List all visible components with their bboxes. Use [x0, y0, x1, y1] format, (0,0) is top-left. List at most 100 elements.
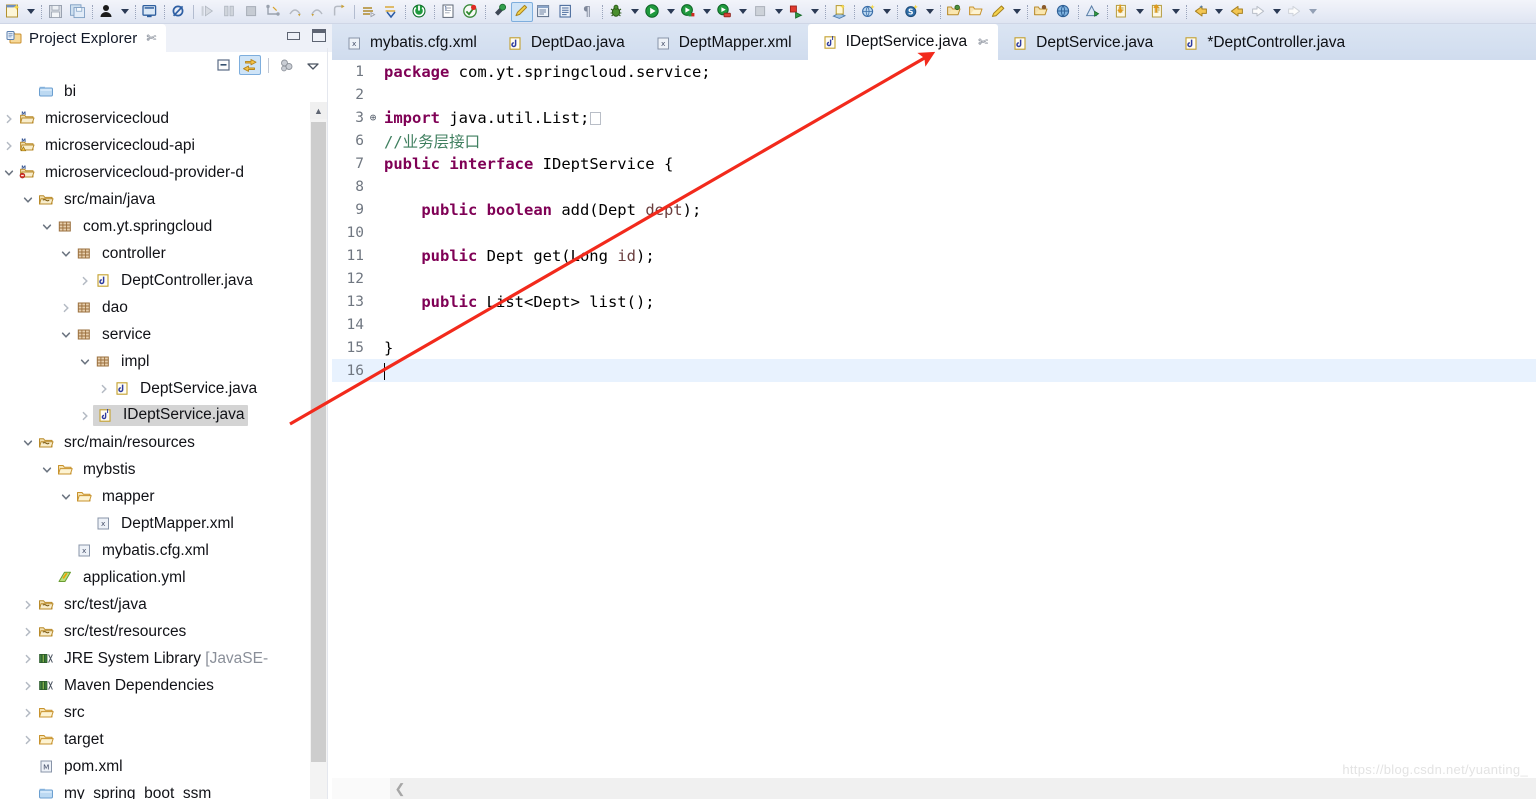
tree-item[interactable]: JRE System Library [JavaSE- — [0, 645, 310, 672]
open-package-icon[interactable] — [1031, 1, 1053, 23]
pencil-icon[interactable] — [988, 1, 1010, 23]
stop-dropdown[interactable] — [772, 1, 786, 23]
drop-to-frame-icon[interactable] — [329, 1, 351, 23]
next-annotation-icon[interactable] — [358, 1, 380, 23]
tree-item[interactable]: Maven Dependencies — [0, 672, 310, 699]
chevron-down-icon[interactable] — [57, 249, 74, 259]
tree-item[interactable]: mybstis — [0, 456, 310, 483]
forward-gray-icon[interactable] — [1284, 1, 1306, 23]
stop-server-icon[interactable] — [750, 1, 772, 23]
link-with-editor-icon[interactable] — [239, 55, 261, 75]
chevron-down-icon[interactable] — [0, 168, 17, 178]
forward-arrow-icon[interactable] — [1248, 1, 1270, 23]
save-icon[interactable] — [45, 1, 67, 23]
tree-item[interactable]: my_spring_boot_ssm — [0, 780, 310, 799]
tree-item[interactable]: com.yt.springcloud — [0, 213, 310, 240]
tree-item[interactable]: Mmicroservicecloud-api — [0, 132, 310, 159]
code-line[interactable]: 15} — [332, 336, 1536, 359]
fold-expand-icon[interactable]: ⊕ — [366, 112, 380, 123]
next-edit-icon[interactable] — [1111, 1, 1133, 23]
run-coverage-icon[interactable] — [678, 1, 700, 23]
editor-tab-active[interactable]: I IDeptService.java ✄ — [807, 24, 999, 60]
chevron-right-icon[interactable] — [19, 708, 36, 718]
new-wizard-icon[interactable] — [2, 1, 24, 23]
editor-horizontal-scrollbar[interactable]: ❮ — [332, 778, 1536, 799]
tree-item[interactable]: bi — [0, 78, 310, 105]
open-console-icon[interactable] — [139, 1, 161, 23]
svn-icon[interactable]: S — [901, 1, 923, 23]
previous-edit-dropdown[interactable] — [1169, 1, 1183, 23]
editor-tab[interactable]: *DeptController.java — [1169, 26, 1361, 60]
code-line[interactable]: 10 — [332, 221, 1536, 244]
code-line[interactable]: 2 — [332, 83, 1536, 106]
chevron-down-icon[interactable] — [19, 195, 36, 205]
code-line[interactable]: 13 public List<Dept> list(); — [332, 290, 1536, 313]
toggle-mark-occurrences-icon[interactable]: 1 — [438, 1, 460, 23]
save-all-icon[interactable] — [67, 1, 89, 23]
code-line[interactable]: 6 //业务层接口 — [332, 129, 1536, 152]
chevron-down-icon[interactable] — [38, 465, 55, 475]
chevron-down-icon[interactable] — [57, 492, 74, 502]
editor-tab[interactable]: DeptDao.java — [493, 26, 641, 60]
code-content[interactable]: 1 package com.yt.springcloud.service; 2 3 ⊕ i… — [332, 60, 1536, 799]
previous-annotation-icon[interactable] — [380, 1, 402, 23]
editor-tab[interactable]: DeptService.java — [998, 26, 1169, 60]
step-over-icon[interactable] — [285, 1, 307, 23]
tree-item[interactable]: Mpom.xml — [0, 753, 310, 780]
run-server-green-icon[interactable] — [714, 1, 736, 23]
tree-item[interactable]: application.yml — [0, 564, 310, 591]
open-task-icon[interactable] — [489, 1, 511, 23]
editor-tab[interactable]: x mybatis.cfg.xml — [332, 26, 493, 60]
tree-item[interactable]: DeptService.java — [0, 375, 310, 402]
debug-bug-icon[interactable] — [606, 1, 628, 23]
code-line[interactable]: 3 ⊕ import java.util.List; — [332, 106, 1536, 129]
scroll-up-icon[interactable]: ▲ — [310, 102, 327, 119]
tree-item[interactable]: x DeptMapper.xml — [0, 510, 310, 537]
tree-item[interactable]: x mybatis.cfg.xml — [0, 537, 310, 564]
close-icon[interactable]: ✄ — [978, 35, 988, 49]
step-into-icon[interactable] — [263, 1, 285, 23]
person-icon[interactable] — [96, 1, 118, 23]
resume-icon[interactable] — [197, 1, 219, 23]
server-dropdown[interactable] — [736, 1, 750, 23]
edit-mode-icon[interactable] — [511, 1, 533, 22]
show-view-icon[interactable] — [555, 1, 577, 23]
new-wizard-dropdown[interactable] — [24, 1, 38, 23]
skip-breakpoints-icon[interactable] — [168, 1, 190, 23]
chevron-right-icon[interactable] — [0, 114, 17, 124]
tree-item[interactable]: mapper — [0, 483, 310, 510]
back-dropdown[interactable] — [1212, 1, 1226, 23]
tree-item[interactable]: src/main/java — [0, 186, 310, 213]
open-perspective-icon[interactable] — [533, 1, 555, 23]
chevron-right-icon[interactable] — [19, 735, 36, 745]
forward-gray-dropdown[interactable] — [1306, 1, 1320, 23]
chevron-right-icon[interactable] — [76, 411, 93, 421]
back-arrow-icon[interactable] — [1226, 1, 1248, 23]
previous-edit-icon[interactable] — [1147, 1, 1169, 23]
tree-item[interactable]: controller — [0, 240, 310, 267]
chevron-right-icon[interactable] — [19, 654, 36, 664]
tree-item[interactable]: dao — [0, 294, 310, 321]
code-line[interactable]: 1 package com.yt.springcloud.service; — [332, 60, 1536, 83]
tree-item[interactable]: src/main/resources — [0, 429, 310, 456]
code-line[interactable]: 8 — [332, 175, 1536, 198]
close-icon[interactable]: ✄ — [146, 32, 156, 44]
tree-item[interactable]: impl — [0, 348, 310, 375]
search-dropdown[interactable] — [880, 1, 894, 23]
next-edit-dropdown[interactable] — [1133, 1, 1147, 23]
code-line[interactable]: 11 public Dept get(Long id); — [332, 244, 1536, 267]
tree-item[interactable]: DeptController.java — [0, 267, 310, 294]
chevron-right-icon[interactable] — [76, 276, 93, 286]
debug-dropdown[interactable] — [628, 1, 642, 23]
step-return-icon[interactable] — [307, 1, 329, 23]
code-line[interactable]: 14 — [332, 313, 1536, 336]
chevron-down-icon[interactable] — [76, 357, 93, 367]
coverage-dropdown[interactable] — [700, 1, 714, 23]
collapse-all-icon[interactable] — [213, 55, 235, 75]
suspend-icon[interactable] — [219, 1, 241, 23]
code-line[interactable]: 12 — [332, 267, 1536, 290]
chevron-right-icon[interactable] — [0, 141, 17, 151]
tree-item[interactable]: Mmicroservicecloud — [0, 105, 310, 132]
run-icon[interactable] — [642, 1, 664, 23]
code-line[interactable]: 7 public interface IDeptService { — [332, 152, 1536, 175]
